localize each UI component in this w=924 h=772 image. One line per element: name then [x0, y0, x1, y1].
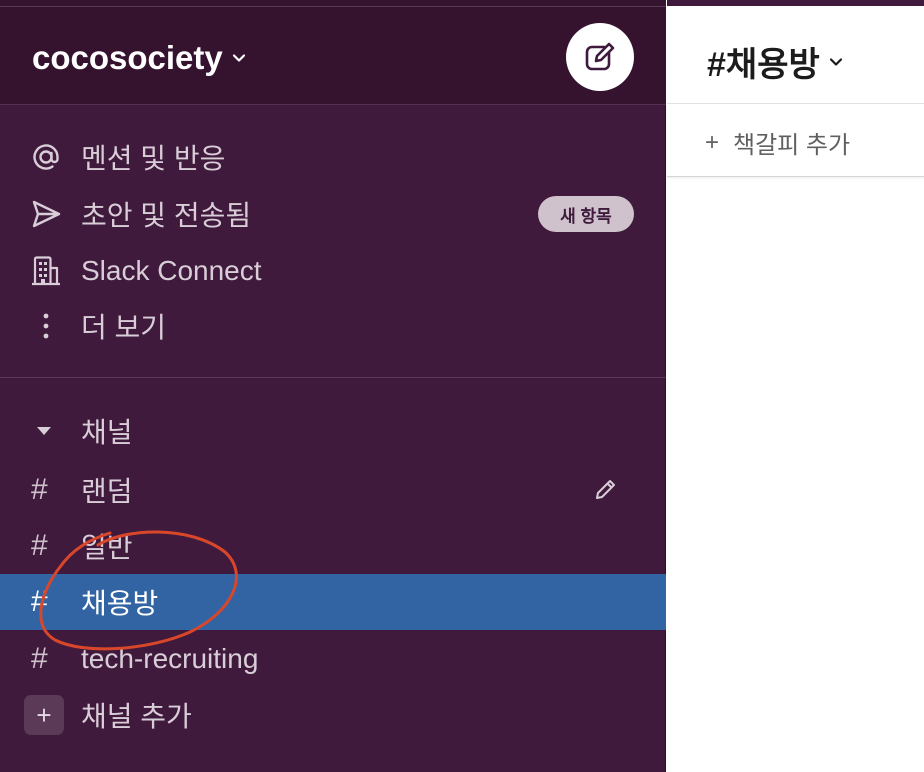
channel-item-random[interactable]: # 랜덤	[0, 462, 666, 518]
channel-label: 랜덤	[81, 476, 133, 507]
add-channel-label: 채널 추가	[81, 701, 192, 732]
divider	[0, 377, 666, 378]
channel-label: 일반	[81, 532, 133, 563]
workspace-name: cocosociety	[32, 39, 223, 76]
channel-title-button[interactable]: #채용방	[707, 37, 844, 86]
nav-item-more[interactable]: 더 보기	[0, 299, 666, 353]
bookmark-bar: + 책갈피 추가	[667, 105, 924, 177]
hash-icon: #	[31, 529, 48, 562]
caret-down-icon	[37, 427, 51, 435]
sidebar-top-strip	[0, 0, 666, 7]
at-icon	[30, 141, 62, 173]
nav-label: 초안 및 전송됨	[81, 200, 252, 231]
hash-icon: #	[31, 642, 48, 675]
compose-button[interactable]	[566, 23, 634, 91]
compose-icon	[585, 42, 615, 71]
add-channel-button[interactable]: + 채널 추가	[0, 688, 666, 742]
nav-item-slack-connect[interactable]: Slack Connect	[0, 244, 666, 298]
channel-item-recruiting-active[interactable]: # 채용방	[0, 574, 666, 630]
nav-label: 더 보기	[81, 312, 167, 343]
plus-icon: +	[705, 128, 720, 156]
new-items-badge: 새 항목	[538, 196, 634, 232]
slack-app: cocosociety 멘션 및 반응 초안 및 전송됨 새 항목 Slack …	[0, 0, 924, 772]
send-icon	[30, 198, 62, 230]
nav-item-mentions[interactable]: 멘션 및 반응	[0, 130, 666, 184]
chevron-down-icon	[232, 54, 245, 62]
add-bookmark-button[interactable]: + 책갈피 추가	[705, 125, 850, 160]
channels-section-header[interactable]: 채널	[0, 404, 666, 458]
plus-icon: +	[24, 695, 64, 735]
channel-title: #채용방	[707, 46, 820, 84]
nav-label: 멘션 및 반응	[81, 143, 226, 174]
hash-icon: #	[31, 585, 48, 618]
add-bookmark-label: 책갈피 추가	[733, 132, 851, 159]
hash-icon: #	[31, 473, 48, 506]
channel-label: tech-recruiting	[81, 643, 259, 674]
channel-label: 채용방	[81, 588, 159, 619]
section-label: 채널	[81, 417, 133, 448]
nav-label: Slack Connect	[81, 255, 262, 286]
channel-header: #채용방	[667, 6, 924, 104]
sidebar: cocosociety 멘션 및 반응 초안 및 전송됨 새 항목 Slack …	[0, 0, 666, 772]
main-pane: #채용방 + 책갈피 추가	[667, 0, 924, 772]
pencil-icon[interactable]	[592, 477, 618, 503]
more-vertical-icon	[30, 310, 62, 342]
workspace-switcher[interactable]: cocosociety	[32, 39, 247, 77]
channel-item-general[interactable]: # 일반	[0, 518, 666, 574]
channel-item-tech-recruiting[interactable]: # tech-recruiting	[0, 631, 666, 687]
workspace-header: cocosociety	[0, 7, 666, 105]
chevron-down-icon	[829, 57, 842, 66]
building-icon	[30, 255, 62, 287]
nav-item-drafts[interactable]: 초안 및 전송됨 새 항목	[0, 187, 666, 241]
